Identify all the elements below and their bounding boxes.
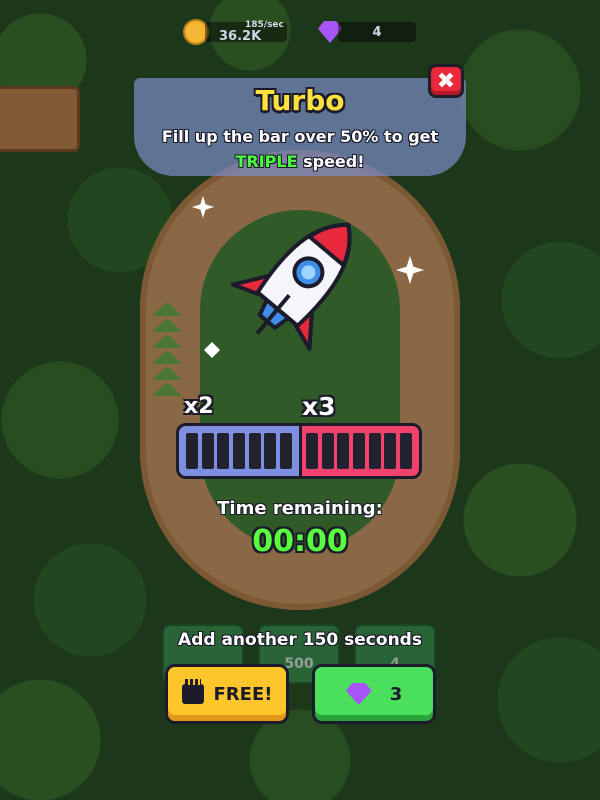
popup-subtitle: Fill up the bar over 50% to get TRIPLE s… [150, 124, 450, 174]
bar-midpoint [299, 426, 302, 476]
bar-segment [264, 433, 277, 469]
bar-segment [232, 433, 245, 469]
gem-counter: 4 [318, 18, 416, 46]
subtitle-highlight: TRIPLE [235, 152, 298, 171]
gem-purchase-button[interactable]: 3 [312, 664, 436, 724]
close-icon: ✖ [436, 68, 456, 94]
coin-amount: 36.2K [219, 28, 262, 44]
bar-segment [217, 433, 230, 469]
popup-title: Turbo [255, 84, 345, 117]
rocket-icon [230, 222, 352, 351]
bar-segment [306, 433, 318, 469]
coin-rate: 185/sec [245, 20, 284, 30]
video-ad-icon [181, 679, 204, 704]
free-watch-ad-button[interactable]: FREE! [165, 664, 289, 724]
bar-segment [186, 433, 198, 469]
bar-low-zone [179, 426, 299, 476]
bar-segment [399, 433, 412, 469]
bar-high-zone [299, 426, 419, 476]
bar-segment [384, 433, 397, 469]
bar-segment [352, 433, 365, 469]
gem-button-cost: 3 [389, 683, 403, 705]
bar-segment [337, 433, 350, 469]
coin-counter: 185/sec 36.2K [183, 18, 287, 46]
add-time-label: Add another 150 seconds [178, 630, 422, 650]
bar-segment [368, 433, 381, 469]
turbo-progress-bar [176, 423, 422, 479]
free-button-label: FREE! [213, 683, 273, 705]
subtitle-text: Fill up the bar over 50% to get [161, 127, 439, 146]
bar-segment [321, 433, 334, 469]
bar-segment [279, 433, 292, 469]
multiplier-high: x3 [302, 392, 336, 421]
bar-segment [201, 433, 214, 469]
bar-segment [248, 433, 261, 469]
multiplier-low: x2 [184, 394, 214, 419]
gem-amount: 4 [372, 24, 382, 40]
time-remaining-value: 00:00 [252, 524, 348, 559]
subtitle-tail: speed! [303, 152, 365, 171]
time-remaining-label: Time remaining: [217, 498, 383, 519]
gem-icon [345, 683, 372, 705]
close-button[interactable]: ✖ [428, 64, 464, 98]
